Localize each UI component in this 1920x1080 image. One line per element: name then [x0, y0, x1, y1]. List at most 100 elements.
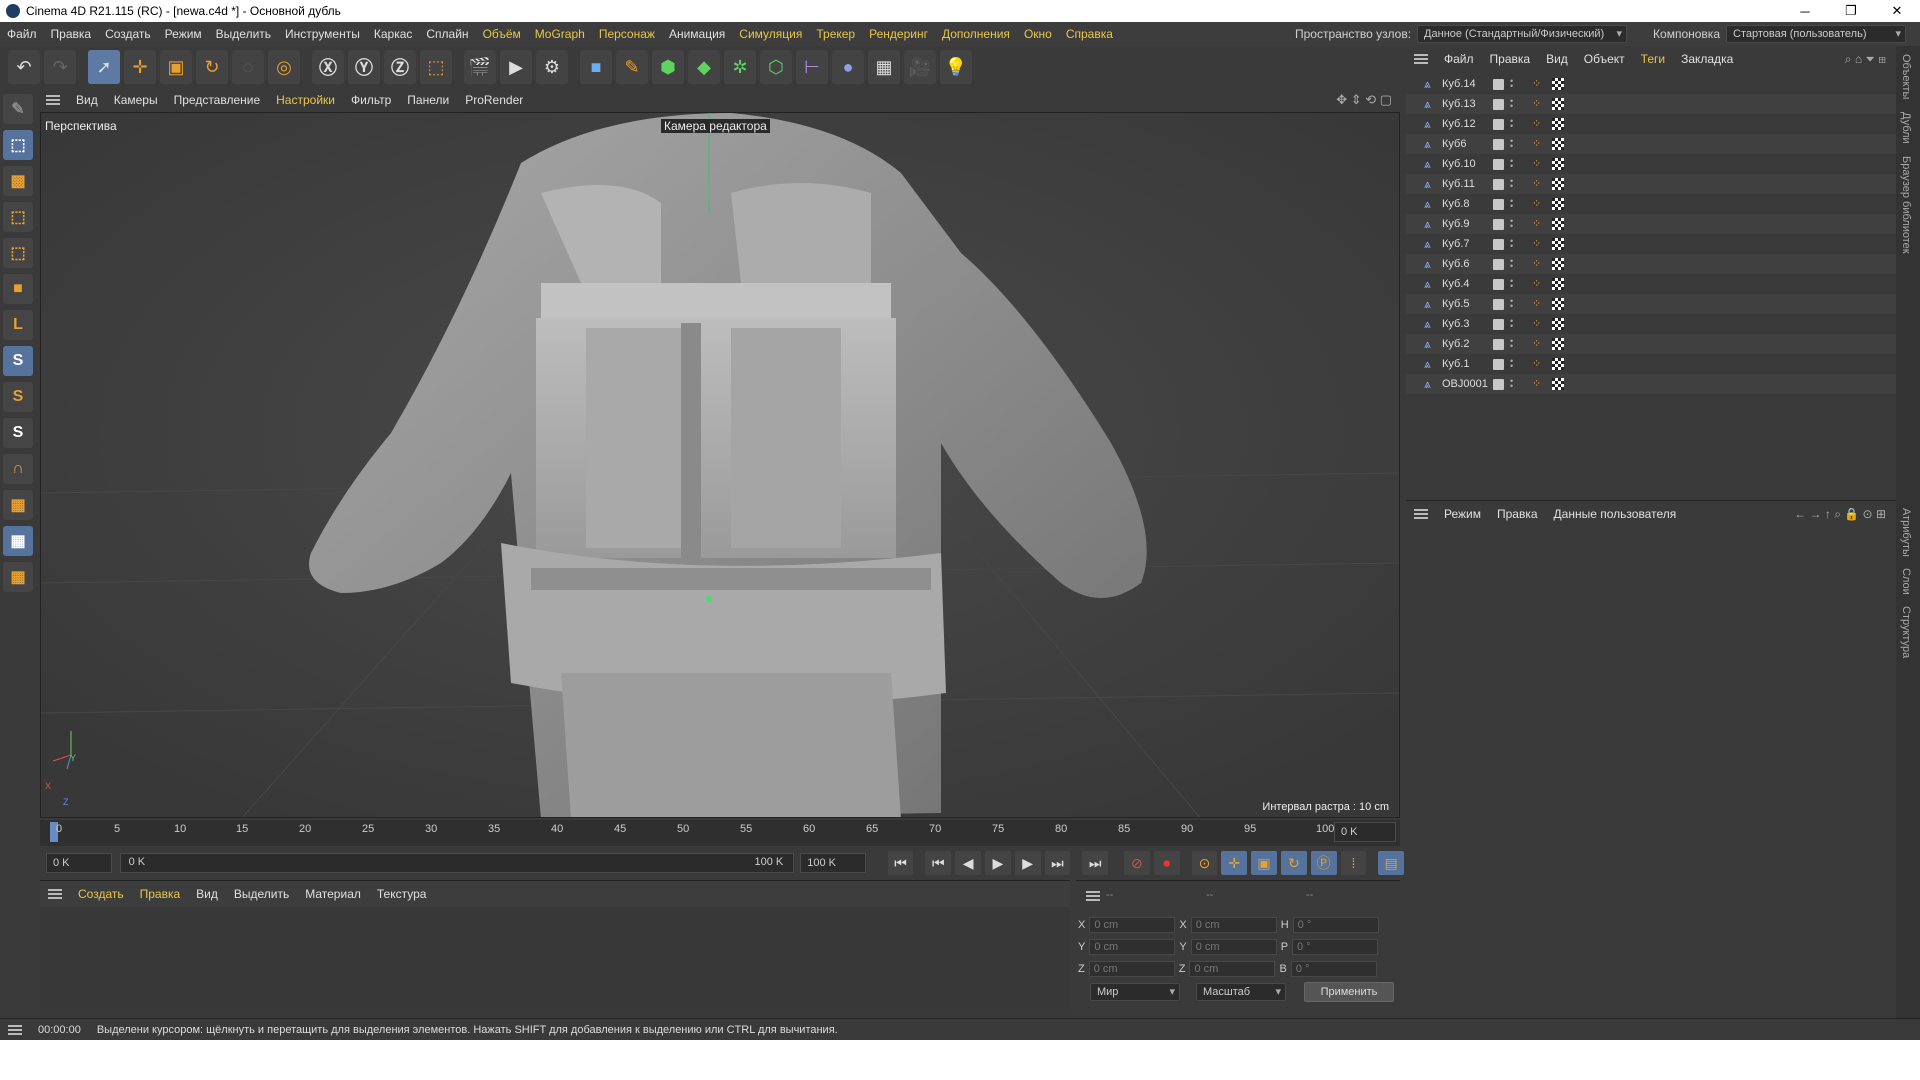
- render-region-icon[interactable]: 🎬: [464, 50, 496, 84]
- viewport-nav-icons[interactable]: ✥ ⇕ ⟲ ▢: [1336, 92, 1392, 108]
- object-axis-handle[interactable]: [706, 596, 712, 602]
- snap-icon[interactable]: S: [3, 346, 33, 376]
- key-pla-icon[interactable]: ⁞: [1340, 851, 1367, 875]
- material-tag-icon[interactable]: [1552, 338, 1564, 350]
- menu-file[interactable]: Файл: [0, 27, 44, 41]
- mat-menu-view[interactable]: Вид: [188, 887, 226, 901]
- key-rotation-icon[interactable]: ↻: [1280, 851, 1307, 875]
- lock-workplane-icon[interactable]: ▦: [3, 562, 33, 592]
- timeline-settings-icon[interactable]: ▤: [1378, 851, 1405, 875]
- render-dots[interactable]: • •: [1510, 137, 1513, 151]
- phong-tag-icon[interactable]: ⁘: [1532, 298, 1544, 310]
- select-tool-icon[interactable]: ➚: [88, 50, 120, 84]
- phong-tag-icon[interactable]: ⁘: [1532, 78, 1544, 90]
- grid-workplane-icon[interactable]: ▦: [3, 526, 33, 556]
- rotation-p-field[interactable]: 0 °: [1292, 939, 1379, 955]
- tab-layers[interactable]: Слои: [1900, 568, 1912, 595]
- object-row[interactable]: ⩓ Куб.11 • • ⁘: [1406, 174, 1896, 194]
- render-dots[interactable]: • •: [1510, 157, 1513, 171]
- vp-menu-options[interactable]: Настройки: [268, 93, 343, 107]
- render-dots[interactable]: • •: [1510, 337, 1513, 351]
- status-menu-icon[interactable]: [8, 1024, 22, 1035]
- attr-menu-edit[interactable]: Правка: [1489, 507, 1546, 521]
- visibility-toggle[interactable]: [1493, 98, 1504, 110]
- object-search-icons[interactable]: ⌕ ⌂ ⏷ ⊞: [1845, 52, 1886, 67]
- menu-extensions[interactable]: Дополнения: [935, 27, 1017, 41]
- layout-dropdown[interactable]: Стартовая (пользователь): [1726, 25, 1906, 43]
- obj-menu-view[interactable]: Вид: [1538, 52, 1576, 66]
- menu-spline[interactable]: Сплайн: [419, 27, 475, 41]
- next-key-icon[interactable]: ⏭: [1044, 851, 1071, 875]
- menu-mode[interactable]: Режим: [158, 27, 209, 41]
- redo-icon[interactable]: ↷: [44, 50, 76, 84]
- render-dots[interactable]: • •: [1510, 297, 1513, 311]
- visibility-toggle[interactable]: [1493, 278, 1504, 290]
- phong-tag-icon[interactable]: ⁘: [1532, 138, 1544, 150]
- node-space-dropdown[interactable]: Данное (Стандартный/Физический): [1417, 25, 1628, 43]
- live-selection-icon[interactable]: ◎: [268, 50, 300, 84]
- floor-icon[interactable]: ▦: [868, 50, 900, 84]
- attr-menu-user-data[interactable]: Данные пользователя: [1546, 507, 1685, 521]
- 3d-viewport[interactable]: Перспектива Камера редактора Интервал ра…: [40, 112, 1400, 818]
- axis-y-lock-icon[interactable]: Ⓨ: [348, 50, 380, 84]
- render-dots[interactable]: • •: [1510, 177, 1513, 191]
- material-tag-icon[interactable]: [1552, 298, 1564, 310]
- material-tag-icon[interactable]: [1552, 198, 1564, 210]
- visibility-toggle[interactable]: [1493, 198, 1504, 210]
- object-row[interactable]: ⩓ Куб.5 • • ⁘: [1406, 294, 1896, 314]
- phong-tag-icon[interactable]: ⁘: [1532, 238, 1544, 250]
- size-z-field[interactable]: 0 cm: [1189, 961, 1276, 977]
- current-frame-field[interactable]: 0 K: [1334, 822, 1396, 842]
- render-dots[interactable]: • •: [1510, 97, 1513, 111]
- material-tag-icon[interactable]: [1552, 218, 1564, 230]
- phong-tag-icon[interactable]: ⁘: [1532, 158, 1544, 170]
- tab-objects[interactable]: Объекты: [1900, 54, 1912, 99]
- attribute-nav-icons[interactable]: ← → ↑ ⌕ 🔒 ⊙ ⊞: [1794, 507, 1886, 522]
- material-tag-icon[interactable]: [1552, 258, 1564, 270]
- size-y-field[interactable]: 0 cm: [1190, 939, 1277, 955]
- render-dots[interactable]: • •: [1510, 317, 1513, 331]
- model-mode-icon[interactable]: ⬚: [3, 130, 33, 160]
- render-dots[interactable]: • •: [1510, 217, 1513, 231]
- size-x-field[interactable]: 0 cm: [1190, 917, 1277, 933]
- next-frame-icon[interactable]: ▶: [1014, 851, 1041, 875]
- object-row[interactable]: ⩓ Куб6 • • ⁘: [1406, 134, 1896, 154]
- phong-tag-icon[interactable]: ⁘: [1532, 358, 1544, 370]
- obj-menu-file[interactable]: Файл: [1436, 52, 1482, 66]
- obj-menu-tags[interactable]: Теги: [1633, 52, 1673, 66]
- go-to-end-icon[interactable]: ⏭: [1082, 851, 1109, 875]
- render-dots[interactable]: • •: [1510, 377, 1513, 391]
- menu-help[interactable]: Справка: [1059, 27, 1120, 41]
- autokey-icon[interactable]: ⏺: [1153, 851, 1180, 875]
- object-row[interactable]: ⩓ Куб.7 • • ⁘: [1406, 234, 1896, 254]
- obj-menu-edit[interactable]: Правка: [1482, 52, 1539, 66]
- vp-menu-cameras[interactable]: Камеры: [106, 93, 166, 107]
- undo-icon[interactable]: ↶: [8, 50, 40, 84]
- object-row[interactable]: ⩓ Куб.14 • • ⁘: [1406, 74, 1896, 94]
- brush-tool-icon[interactable]: ✎: [3, 94, 33, 124]
- object-row[interactable]: ⩓ Куб.2 • • ⁘: [1406, 334, 1896, 354]
- prev-key-icon[interactable]: ⏮: [925, 851, 952, 875]
- tab-structure[interactable]: Структура: [1900, 606, 1912, 658]
- start-frame-field[interactable]: 0 K: [46, 853, 112, 873]
- tab-content-browser[interactable]: Браузер библиотек: [1900, 156, 1912, 254]
- material-tag-icon[interactable]: [1552, 278, 1564, 290]
- material-tag-icon[interactable]: [1552, 358, 1564, 370]
- axis-z-lock-icon[interactable]: Ⓩ: [384, 50, 416, 84]
- phong-tag-icon[interactable]: ⁘: [1532, 338, 1544, 350]
- quantize-icon[interactable]: S: [3, 418, 33, 448]
- visibility-toggle[interactable]: [1493, 118, 1504, 130]
- vp-menu-display[interactable]: Представление: [166, 93, 269, 107]
- viewport-camera-label[interactable]: Камера редактора: [661, 119, 770, 133]
- visibility-toggle[interactable]: [1493, 258, 1504, 270]
- edges-mode-icon[interactable]: ⬚: [3, 238, 33, 268]
- play-icon[interactable]: ▶: [984, 851, 1011, 875]
- object-row[interactable]: ⩓ Куб.4 • • ⁘: [1406, 274, 1896, 294]
- timeline-ruler[interactable]: 0 5 10 15 20 25 30 35 40 45 50 55 60 65 …: [40, 820, 1400, 846]
- light-icon[interactable]: 💡: [940, 50, 972, 84]
- coordinate-system-icon[interactable]: ⬚: [420, 50, 452, 84]
- render-dots[interactable]: • •: [1510, 257, 1513, 271]
- move-tool-icon[interactable]: ✛: [124, 50, 156, 84]
- object-row[interactable]: ⩓ Куб.1 • • ⁘: [1406, 354, 1896, 374]
- phong-tag-icon[interactable]: ⁘: [1532, 278, 1544, 290]
